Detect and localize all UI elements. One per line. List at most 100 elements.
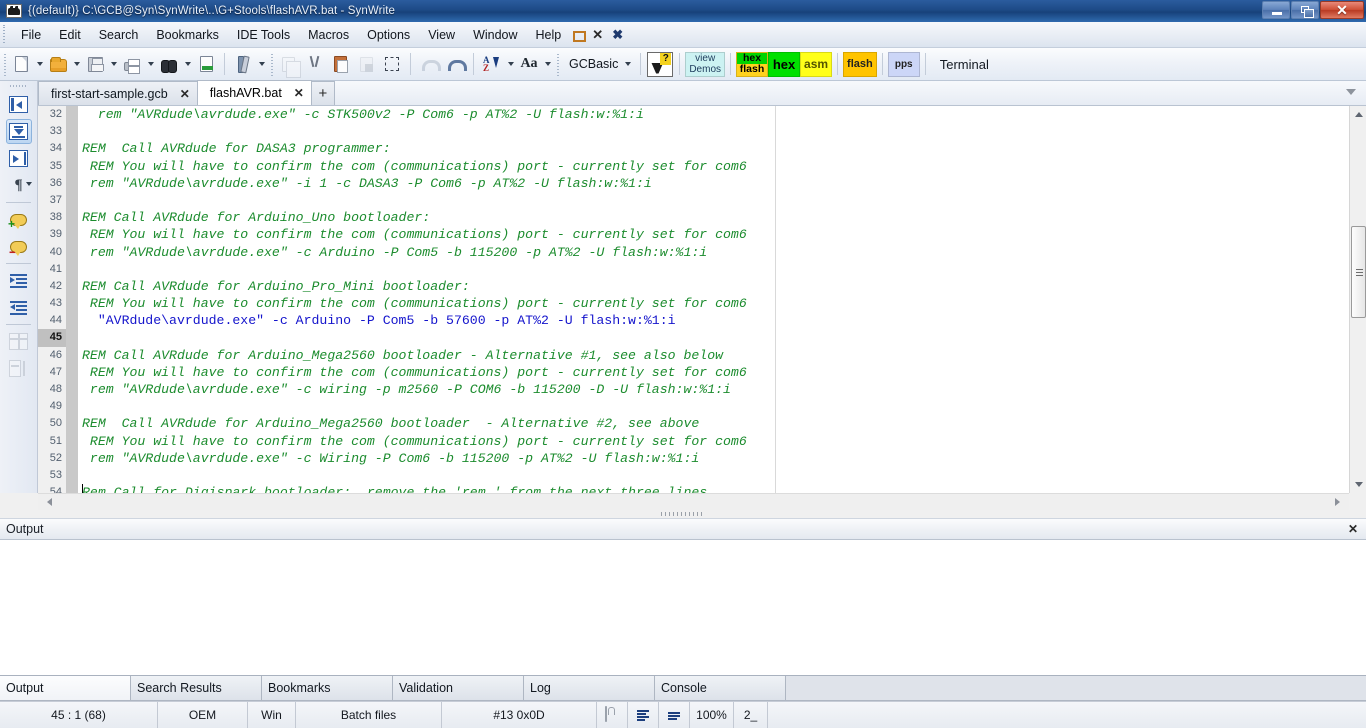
menu-view[interactable]: View <box>419 25 464 45</box>
editor-vertical-scrollbar[interactable] <box>1349 106 1366 493</box>
bottom-tab-bookmarks[interactable]: Bookmarks <box>262 676 393 700</box>
status-tab-size[interactable]: 2_ <box>734 701 768 728</box>
line-number[interactable]: 47 <box>38 364 66 381</box>
restore-document-icon[interactable] <box>573 30 587 42</box>
bottom-tab-validation[interactable]: Validation <box>393 676 524 700</box>
close-button[interactable]: ✕ <box>1320 1 1364 19</box>
read-only-lock-icon[interactable] <box>597 701 628 728</box>
line-number[interactable]: 41 <box>38 261 66 278</box>
code-editor[interactable]: 32 33 34 35 36 37 38 39 40 41 42 43 44 45 46 47 48 49 50 51… <box>38 106 1366 493</box>
line-number[interactable]: 51 <box>38 433 66 450</box>
print-icon[interactable] <box>120 52 144 76</box>
scroll-right-icon[interactable] <box>1330 494 1345 510</box>
code-line[interactable]: rem "AVRdude\avrdude.exe" -c STK500v2 -P… <box>82 106 1366 123</box>
menu-search[interactable]: Search <box>90 25 148 45</box>
tab-flashavr-bat[interactable]: flashAVR.bat ✕ <box>196 80 312 105</box>
terminal-button[interactable]: Terminal <box>931 52 998 76</box>
bottom-tab-search-results[interactable]: Search Results <box>131 676 262 700</box>
line-number[interactable]: 46 <box>38 347 66 364</box>
menu-macros[interactable]: Macros <box>299 25 358 45</box>
bottom-tab-log[interactable]: Log <box>524 676 655 700</box>
collapse-left-icon[interactable] <box>6 92 32 117</box>
line-number[interactable]: 44 <box>38 312 66 329</box>
add-comment-icon[interactable]: + <box>6 207 32 232</box>
scroll-left-icon[interactable] <box>42 494 57 510</box>
copy-icon[interactable] <box>276 52 301 78</box>
code-line[interactable] <box>82 192 1366 209</box>
hex-button[interactable]: hex <box>768 51 801 77</box>
line-number[interactable]: 54 <box>38 484 66 493</box>
print-dropdown-icon[interactable] <box>145 52 156 76</box>
flash-button[interactable]: flash <box>843 51 877 77</box>
line-number[interactable]: 52 <box>38 450 66 467</box>
save-file-icon[interactable] <box>83 52 107 76</box>
output-panel-close-icon[interactable]: ✕ <box>1348 522 1358 536</box>
close-document-icon[interactable]: ✕ <box>589 26 606 43</box>
line-number[interactable]: 40 <box>38 244 66 261</box>
help-icon[interactable] <box>647 51 674 77</box>
status-zoom[interactable]: 100% <box>690 701 734 728</box>
new-tab-button[interactable]: + <box>310 81 335 105</box>
tools-dropdown-icon[interactable] <box>256 52 267 76</box>
sidebar-grip[interactable] <box>10 82 27 90</box>
line-number[interactable]: 43 <box>38 295 66 312</box>
code-text-area[interactable]: rem "AVRdude\avrdude.exe" -c STK500v2 -P… <box>82 106 1366 493</box>
status-caret-position[interactable]: 45 : 1 (68) <box>0 701 158 728</box>
code-line[interactable] <box>82 261 1366 278</box>
status-char-code[interactable]: #13 0x0D <box>442 701 597 728</box>
export-icon[interactable] <box>194 52 218 76</box>
line-number[interactable]: 37 <box>38 192 66 209</box>
code-line[interactable]: rem "AVRdude\avrdude.exe" -c wiring -p m… <box>82 381 1366 398</box>
find-dropdown-icon[interactable] <box>182 52 193 76</box>
close-all-documents-icon[interactable]: ✖ <box>609 26 626 43</box>
code-line[interactable]: REM Call AVRdude for Arduino_Pro_Mini bo… <box>82 278 1366 295</box>
line-number[interactable]: 49 <box>38 398 66 415</box>
menu-bookmarks[interactable]: Bookmarks <box>147 25 228 45</box>
fold-all-icon[interactable] <box>5 119 32 144</box>
line-number[interactable]: 42 <box>38 278 66 295</box>
font-icon[interactable]: Aa <box>517 52 541 76</box>
line-number[interactable]: 38 <box>38 209 66 226</box>
code-line[interactable]: REM You will have to confirm the com (co… <box>82 433 1366 450</box>
word-wrap-icon[interactable] <box>628 701 659 728</box>
pps-button[interactable]: pps <box>887 51 920 77</box>
code-line[interactable]: REM Call AVRdude for Arduino_Mega2560 bo… <box>82 347 1366 364</box>
outdent-icon[interactable] <box>6 295 32 320</box>
code-line[interactable]: REM Call AVRdude for Arduino_Mega2560 bo… <box>82 415 1366 432</box>
tab-close-icon[interactable]: ✕ <box>180 87 190 101</box>
output-panel-body[interactable] <box>0 540 1366 676</box>
panel-splitter[interactable] <box>0 510 1366 518</box>
code-line[interactable] <box>82 398 1366 415</box>
code-line[interactable]: Rem Call for Digispark bootloader: remov… <box>82 484 1366 493</box>
hex-flash-button[interactable]: hex flash <box>736 51 769 77</box>
indent-icon[interactable] <box>6 268 32 293</box>
line-number[interactable]: 35 <box>38 158 66 175</box>
show-nonprinting-icon[interactable]: ¶ <box>6 173 32 198</box>
line-number[interactable]: 45 <box>38 329 66 347</box>
remove-comment-icon[interactable]: − <box>6 234 32 259</box>
tools-icon[interactable] <box>231 52 255 76</box>
code-line[interactable] <box>82 467 1366 484</box>
menu-grip[interactable] <box>2 24 9 45</box>
undo-icon[interactable] <box>417 52 441 76</box>
menu-help[interactable]: Help <box>527 25 571 45</box>
menu-file[interactable]: File <box>12 25 50 45</box>
expand-right-icon[interactable] <box>6 146 32 171</box>
status-line-ends[interactable]: Win <box>248 701 296 728</box>
code-line[interactable] <box>82 123 1366 140</box>
code-line[interactable]: REM You will have to confirm the com (co… <box>82 226 1366 243</box>
paste-icon[interactable] <box>328 52 352 76</box>
line-number[interactable]: 50 <box>38 415 66 432</box>
delete-icon[interactable] <box>354 52 378 76</box>
code-line[interactable]: REM Call AVRdude for DASA3 programmer: <box>82 140 1366 157</box>
find-icon[interactable] <box>157 52 181 76</box>
code-line[interactable]: REM You will have to confirm the com (co… <box>82 295 1366 312</box>
tab-first-start-sample-gcb[interactable]: first-start-sample.gcb ✕ <box>38 81 198 105</box>
scroll-up-icon[interactable] <box>1350 106 1366 123</box>
asm-button[interactable]: asm <box>800 51 833 77</box>
line-number[interactable]: 33 <box>38 123 66 140</box>
code-line[interactable]: REM You will have to confirm the com (co… <box>82 364 1366 381</box>
toolbar-grip-1[interactable] <box>3 52 8 76</box>
open-file-dropdown-icon[interactable] <box>71 52 82 76</box>
vertical-scroll-thumb[interactable] <box>1351 226 1366 318</box>
